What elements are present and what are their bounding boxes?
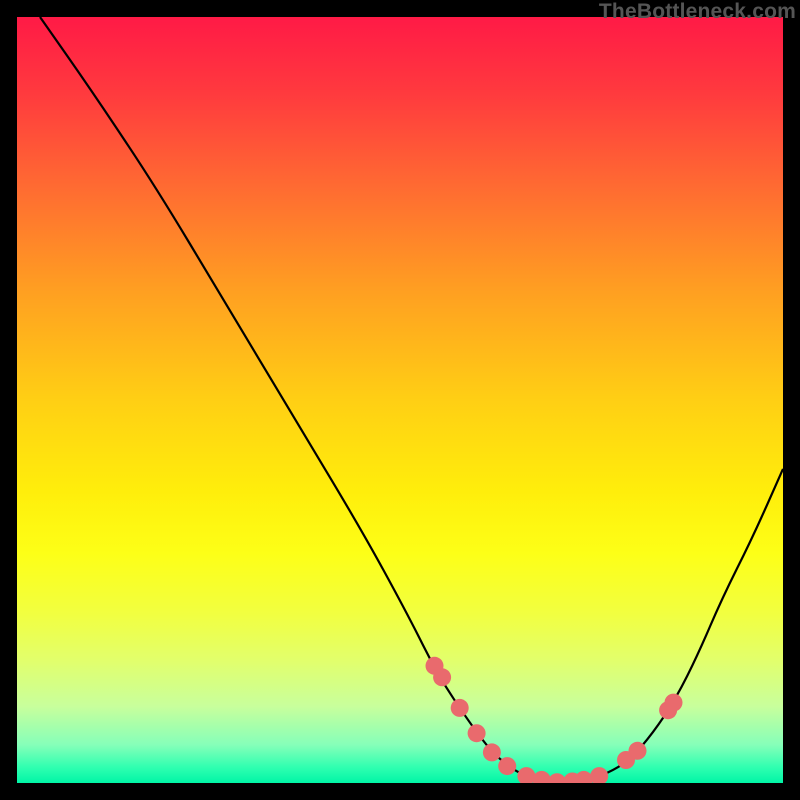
sample-point bbox=[665, 694, 683, 712]
sample-points-group bbox=[426, 657, 683, 783]
sample-point bbox=[629, 742, 647, 760]
sample-point bbox=[590, 767, 608, 783]
bottleneck-curve bbox=[40, 17, 783, 782]
sample-point bbox=[533, 771, 551, 783]
sample-point bbox=[433, 668, 451, 686]
chart-svg bbox=[17, 17, 783, 783]
watermark-label: TheBottleneck.com bbox=[599, 0, 796, 24]
sample-point bbox=[575, 771, 593, 783]
sample-point bbox=[468, 724, 486, 742]
sample-point bbox=[517, 767, 535, 783]
sample-point bbox=[498, 757, 516, 775]
sample-point bbox=[483, 743, 501, 761]
sample-point bbox=[451, 699, 469, 717]
chart-frame bbox=[17, 17, 783, 783]
sample-point bbox=[548, 773, 566, 783]
